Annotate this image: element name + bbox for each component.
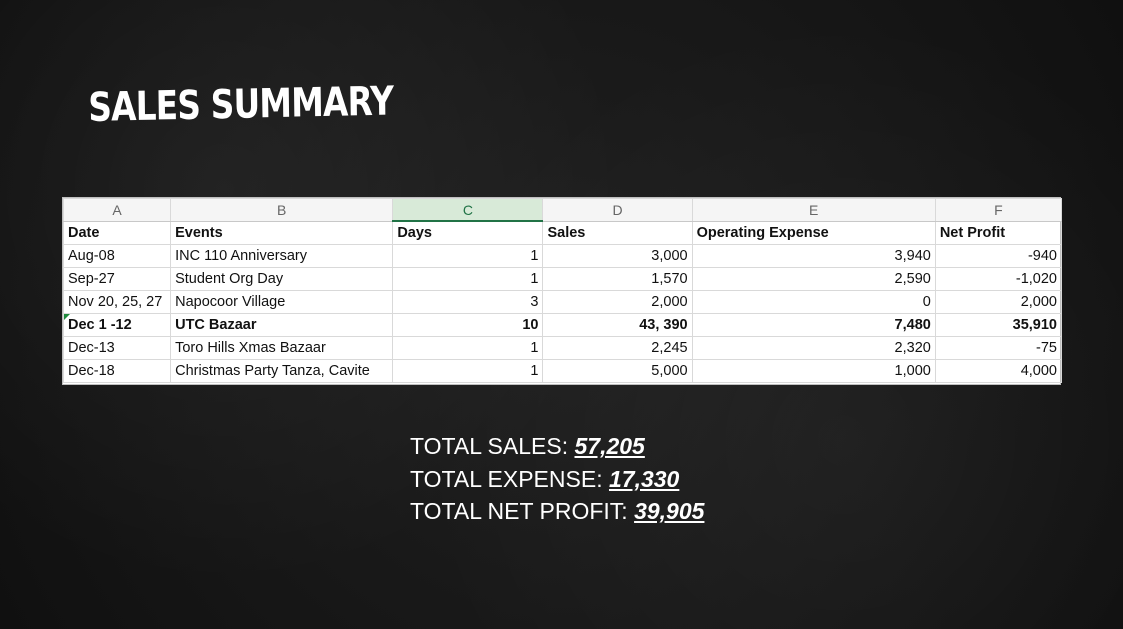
cell-date[interactable]: Dec-13 — [62, 336, 172, 360]
cell-operating-expense[interactable]: 0 — [691, 290, 936, 314]
table-row: Aug-08 INC 110 Anniversary 1 3,000 3,940… — [62, 244, 1063, 268]
cell-days[interactable]: 3 — [392, 290, 544, 314]
cell-net-profit[interactable]: 4,000 — [934, 359, 1063, 383]
cell-net-profit[interactable]: -940 — [934, 244, 1063, 268]
total-sales-line: TOTAL SALES: 57,205 — [410, 430, 704, 463]
cell-net-profit[interactable]: -1,020 — [934, 267, 1063, 291]
cell-event[interactable]: INC 110 Anniversary — [170, 244, 394, 268]
table-row: Dec 1 -12 UTC Bazaar 10 43, 390 7,480 35… — [62, 313, 1063, 337]
table-row: Sep-27 Student Org Day 1 1,570 2,590 -1,… — [62, 267, 1063, 291]
column-letter-e[interactable]: E — [691, 198, 936, 222]
column-letter-row: A B C D E F — [62, 198, 1063, 222]
cell-operating-expense[interactable]: 7,480 — [691, 313, 936, 337]
cell-event[interactable]: UTC Bazaar — [170, 313, 394, 337]
column-letter-b[interactable]: B — [170, 198, 394, 222]
header-days[interactable]: Days — [392, 220, 544, 245]
header-sales[interactable]: Sales — [542, 220, 693, 245]
cell-date[interactable]: Dec-18 — [62, 359, 172, 383]
cell-event[interactable]: Napocoor Village — [170, 290, 394, 314]
cell-sales[interactable]: 43, 390 — [542, 313, 693, 337]
header-date[interactable]: Date — [62, 220, 172, 245]
cell-net-profit[interactable]: 35,910 — [934, 313, 1063, 337]
cell-operating-expense[interactable]: 3,940 — [691, 244, 936, 268]
cell-event[interactable]: Student Org Day — [170, 267, 394, 291]
cell-date[interactable]: Aug-08 — [62, 244, 172, 268]
total-sales-value: 57,205 — [574, 433, 645, 459]
cell-days[interactable]: 1 — [392, 244, 544, 268]
cell-sales[interactable]: 5,000 — [542, 359, 693, 383]
total-net-profit-label: TOTAL NET PROFIT: — [410, 498, 635, 524]
spreadsheet: A B C D E F Date Events Days Sales Opera… — [62, 197, 1063, 385]
total-expense-value: 17,330 — [608, 465, 680, 492]
cell-event[interactable]: Christmas Party Tanza, Cavite — [170, 359, 394, 383]
cell-sales[interactable]: 3,000 — [542, 244, 693, 268]
total-net-profit-value: 39,905 — [634, 498, 705, 524]
table-row: Dec-18 Christmas Party Tanza, Cavite 1 5… — [62, 359, 1063, 383]
header-operating-expense[interactable]: Operating Expense — [691, 220, 936, 245]
cell-date[interactable]: Dec 1 -12 — [62, 313, 172, 337]
cell-operating-expense[interactable]: 1,000 — [691, 359, 936, 383]
total-net-profit-line: TOTAL NET PROFIT: 39,905 — [410, 495, 704, 528]
table-row: Nov 20, 25, 27 Napocoor Village 3 2,000 … — [62, 290, 1063, 314]
header-row: Date Events Days Sales Operating Expense… — [62, 220, 1063, 245]
column-letter-a[interactable]: A — [62, 198, 172, 222]
column-letter-f[interactable]: F — [934, 198, 1063, 222]
slide-title: SALES SUMMARY — [87, 78, 394, 131]
cell-sales[interactable]: 2,245 — [542, 336, 693, 360]
cell-net-profit[interactable]: 2,000 — [934, 290, 1063, 314]
cell-operating-expense[interactable]: 2,590 — [691, 267, 936, 291]
table-row: Dec-13 Toro Hills Xmas Bazaar 1 2,245 2,… — [62, 336, 1063, 360]
column-letter-d[interactable]: D — [542, 198, 693, 222]
cell-operating-expense[interactable]: 2,320 — [691, 336, 936, 360]
cell-days[interactable]: 1 — [392, 267, 544, 291]
header-events[interactable]: Events — [170, 220, 394, 245]
total-expense-line: TOTAL EXPENSE: 17,330 — [410, 463, 704, 496]
total-sales-label: TOTAL SALES: — [410, 433, 575, 459]
totals-block: TOTAL SALES: 57,205 TOTAL EXPENSE: 17,33… — [410, 430, 704, 528]
cell-days[interactable]: 10 — [392, 313, 544, 337]
cell-sales[interactable]: 1,570 — [542, 267, 693, 291]
sales-table: A B C D E F Date Events Days Sales Opera… — [62, 198, 1063, 383]
cell-net-profit[interactable]: -75 — [934, 336, 1063, 360]
cell-sales[interactable]: 2,000 — [542, 290, 693, 314]
cell-date[interactable]: Sep-27 — [62, 267, 172, 291]
cell-days[interactable]: 1 — [392, 359, 544, 383]
column-letter-c[interactable]: C — [392, 198, 544, 222]
cell-event[interactable]: Toro Hills Xmas Bazaar — [170, 336, 394, 360]
cell-days[interactable]: 1 — [392, 336, 544, 360]
total-expense-label: TOTAL EXPENSE: — [410, 465, 609, 492]
header-net-profit[interactable]: Net Profit — [934, 220, 1063, 245]
cell-date[interactable]: Nov 20, 25, 27 — [62, 290, 172, 314]
